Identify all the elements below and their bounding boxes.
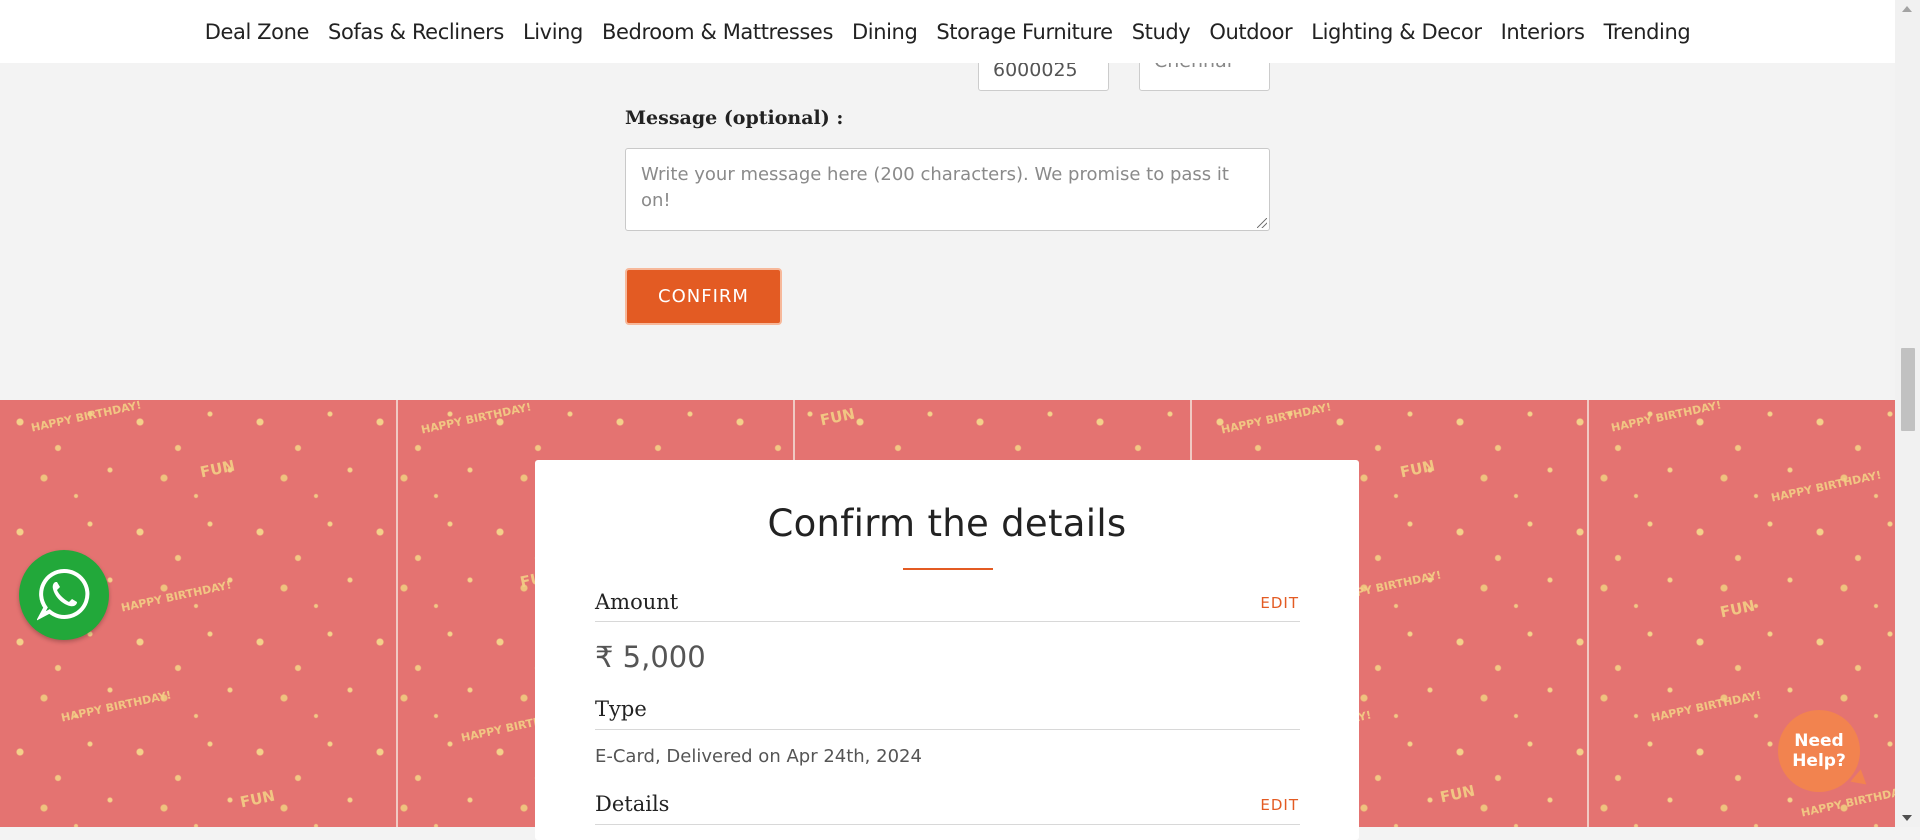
amount-divider — [595, 621, 1300, 622]
pattern-doodle-text: FUN — [818, 404, 857, 430]
pattern-seam — [1587, 400, 1589, 827]
pattern-doodle-text: FUN — [1718, 596, 1757, 622]
pattern-doodle-text: HAPPY BIRTHDAY! — [419, 400, 533, 437]
message-textarea[interactable]: Write your message here (200 characters)… — [625, 148, 1270, 231]
top-navigation: Deal Zone Sofas & Recliners Living Bedro… — [0, 0, 1895, 63]
pattern-doodle-text: FUN — [1398, 456, 1437, 482]
nav-item-interiors[interactable]: Interiors — [1491, 20, 1594, 44]
pattern-doodle-text: HAPPY BIRTHDAY! — [59, 688, 173, 725]
confirm-button[interactable]: CONFIRM — [625, 268, 782, 325]
nav-item-study[interactable]: Study — [1122, 20, 1200, 44]
pattern-seam — [396, 400, 398, 827]
resize-grip-icon[interactable] — [1257, 218, 1267, 228]
details-divider — [595, 824, 1300, 825]
pattern-doodle-text: FUN — [238, 786, 277, 812]
details-edit-link[interactable]: EDIT — [1260, 796, 1299, 814]
confirm-details-card: Confirm the details Amount EDIT ₹ 5,000 … — [535, 460, 1359, 840]
nav-item-trending[interactable]: Trending — [1594, 20, 1700, 44]
scroll-down-arrow-icon[interactable] — [1902, 815, 1912, 821]
pattern-doodle-text: HAPPY BIRTHDAY! — [1649, 688, 1763, 725]
nav-item-living[interactable]: Living — [513, 20, 592, 44]
amount-edit-link[interactable]: EDIT — [1260, 594, 1299, 612]
pattern-doodle-text: FUN — [198, 456, 237, 482]
amount-label: Amount — [595, 590, 679, 614]
whatsapp-icon — [37, 568, 90, 621]
card-title: Confirm the details — [767, 502, 1127, 545]
nav-item-storage-furniture[interactable]: Storage Furniture — [927, 20, 1122, 44]
nav-item-outdoor[interactable]: Outdoor — [1200, 20, 1302, 44]
type-divider — [595, 729, 1300, 730]
message-label: Message (optional) : — [625, 107, 844, 129]
nav-item-bedroom-mattresses[interactable]: Bedroom & Mattresses — [592, 20, 842, 44]
pattern-doodle-text: HAPPY BIRTHDAY! — [1769, 468, 1883, 505]
amount-value: ₹ 5,000 — [595, 640, 706, 674]
pattern-doodle-text: FUN — [1438, 781, 1477, 807]
message-placeholder: Write your message here (200 characters)… — [641, 164, 1229, 211]
title-underline — [903, 568, 993, 570]
nav-item-lighting-decor[interactable]: Lighting & Decor — [1302, 20, 1491, 44]
nav-item-sofas-recliners[interactable]: Sofas & Recliners — [319, 20, 514, 44]
type-label: Type — [595, 697, 647, 721]
page-scrollbar[interactable] — [1895, 0, 1920, 827]
details-label: Details — [595, 792, 670, 816]
pattern-doodle-text: HAPPY BIRTHDAY! — [29, 400, 143, 435]
pattern-doodle-text: HAPPY BIRTHDAY! — [1219, 400, 1333, 437]
nav-item-dining[interactable]: Dining — [842, 20, 926, 44]
scroll-up-arrow-icon[interactable] — [1902, 6, 1912, 12]
need-help-button[interactable]: Need Help? — [1778, 710, 1860, 792]
nav-item-deal-zone[interactable]: Deal Zone — [195, 20, 318, 44]
scrollbar-thumb[interactable] — [1901, 348, 1915, 431]
pattern-doodle-text: HAPPY BIRTHDAY! — [1609, 400, 1723, 435]
pattern-doodle-text: HAPPY BIRTHDAY! — [119, 578, 233, 615]
type-value: E-Card, Delivered on Apr 24th, 2024 — [595, 746, 922, 767]
whatsapp-button[interactable] — [19, 550, 109, 640]
